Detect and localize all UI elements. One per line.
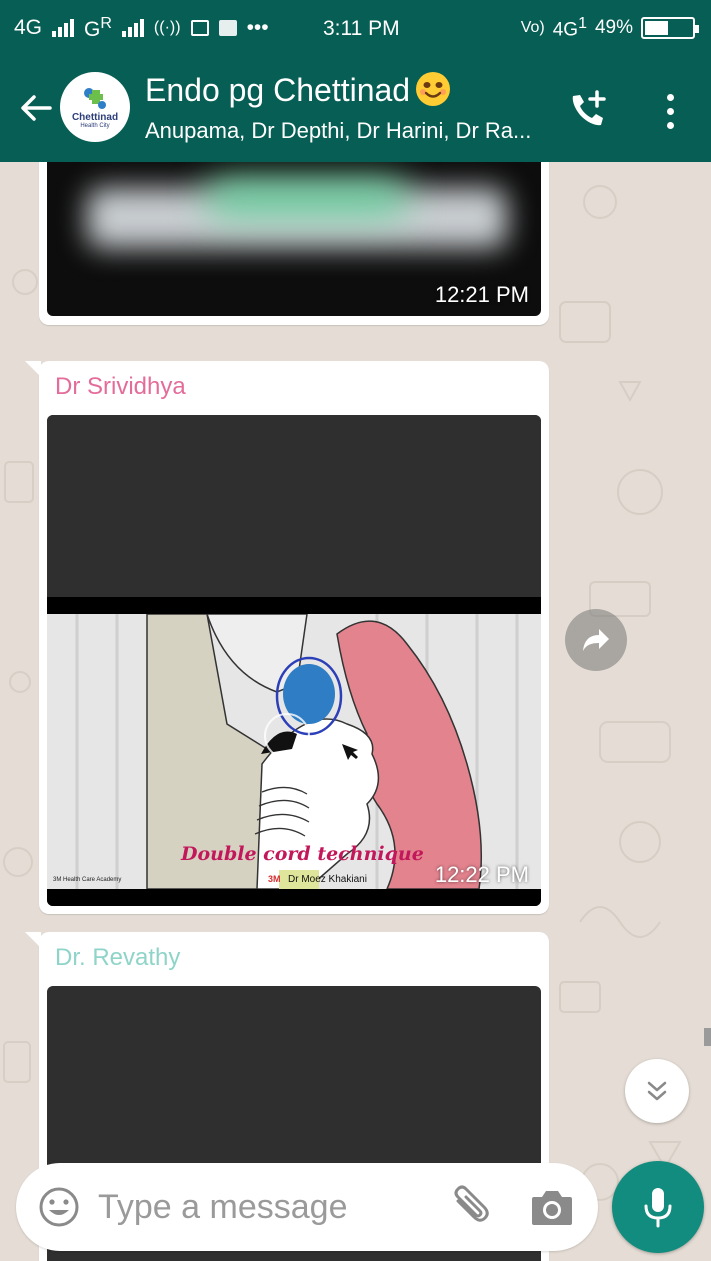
- smiley-icon: [39, 1187, 79, 1227]
- dot-icon: [666, 107, 674, 115]
- back-button[interactable]: [16, 86, 56, 130]
- chat-header: Chettinad Health City Endo pg Chettinad …: [0, 56, 711, 162]
- network-label: 4G: [14, 16, 43, 39]
- microphone-icon: [644, 1188, 672, 1228]
- voice-record-button[interactable]: [612, 1161, 704, 1253]
- video-credit-right: Dr Moez Khakiani: [288, 874, 367, 885]
- double-chevron-down-icon: [647, 1081, 667, 1101]
- message-time: 12:21 PM: [434, 282, 529, 307]
- video-message[interactable]: Dr Srividhya Double cord technique 3M He…: [25, 361, 549, 914]
- status-bar: 4G GR ((·)) ••• 3:11 PM Vo) 4G1 49%: [0, 0, 711, 56]
- composer: [16, 1163, 598, 1251]
- dental-illustration: Double cord technique 3M Health Care Aca…: [47, 614, 541, 889]
- chat-title-text: Endo pg Chettinad: [145, 72, 411, 108]
- chat-title: Endo pg Chettinad: [145, 70, 545, 110]
- more-notifications-icon: •••: [246, 16, 269, 39]
- chat-info[interactable]: Endo pg Chettinad Anupama, Dr Depthi, Dr…: [145, 70, 545, 148]
- video-credit-brand: 3M: [268, 874, 281, 884]
- sender-name: Dr. Revathy: [55, 944, 181, 971]
- sender-name: Dr Srividhya: [55, 373, 186, 400]
- image-message[interactable]: 12:21 PM: [39, 162, 549, 325]
- dot-icon: [666, 93, 674, 101]
- signal-icon-2: [121, 19, 144, 37]
- group-avatar[interactable]: Chettinad Health City: [60, 72, 130, 142]
- smiley-emoji-icon: [416, 72, 451, 106]
- message-time: 12:22 PM: [434, 862, 529, 887]
- dot-icon: [666, 121, 674, 129]
- video-caption: Double cord technique: [180, 843, 424, 865]
- message-input[interactable]: [98, 1181, 428, 1233]
- video-credit-left: 3M Health Care Academy: [53, 877, 121, 883]
- chat-participants: Anupama, Dr Depthi, Dr Harini, Dr Ra...: [145, 118, 532, 143]
- paperclip-icon: [454, 1185, 489, 1222]
- message-list[interactable]: 12:21 PM Dr Srividhya Double cord techni…: [0, 162, 711, 1261]
- avatar-sub-text: Health City: [80, 123, 110, 129]
- net-type-label: 4G1: [552, 15, 587, 41]
- chettinad-logo: [78, 85, 112, 111]
- volte-label: Vo): [520, 19, 545, 37]
- signal-icon: [52, 19, 75, 37]
- hotspot-icon: ((·)): [153, 19, 181, 36]
- arrow-left-icon: [21, 95, 52, 121]
- avatar-brand-text: Chettinad: [71, 112, 119, 123]
- video-thumbnail[interactable]: Double cord technique 3M Health Care Aca…: [47, 415, 541, 906]
- data-saver-icon: [218, 20, 237, 36]
- scroll-to-bottom-button[interactable]: [625, 1059, 689, 1123]
- camera-icon: [532, 1191, 572, 1225]
- image-thumbnail[interactable]: 12:21 PM: [47, 162, 541, 316]
- emoji-button[interactable]: [37, 1185, 81, 1229]
- mail-icon: [190, 20, 209, 36]
- share-arrow-icon: [583, 629, 609, 651]
- forward-button[interactable]: [565, 609, 627, 671]
- add-call-button[interactable]: [563, 86, 613, 136]
- clock: 3:11 PM: [323, 17, 400, 40]
- phone-add-icon: [572, 90, 606, 126]
- roaming-label: GR: [84, 14, 112, 41]
- overflow-menu-button[interactable]: [650, 86, 690, 136]
- camera-button[interactable]: [528, 1185, 576, 1229]
- attach-button[interactable]: [446, 1183, 494, 1231]
- battery-icon: [641, 17, 699, 40]
- battery-percent: 49%: [594, 17, 633, 39]
- scrollbar-thumb[interactable]: [704, 1028, 711, 1046]
